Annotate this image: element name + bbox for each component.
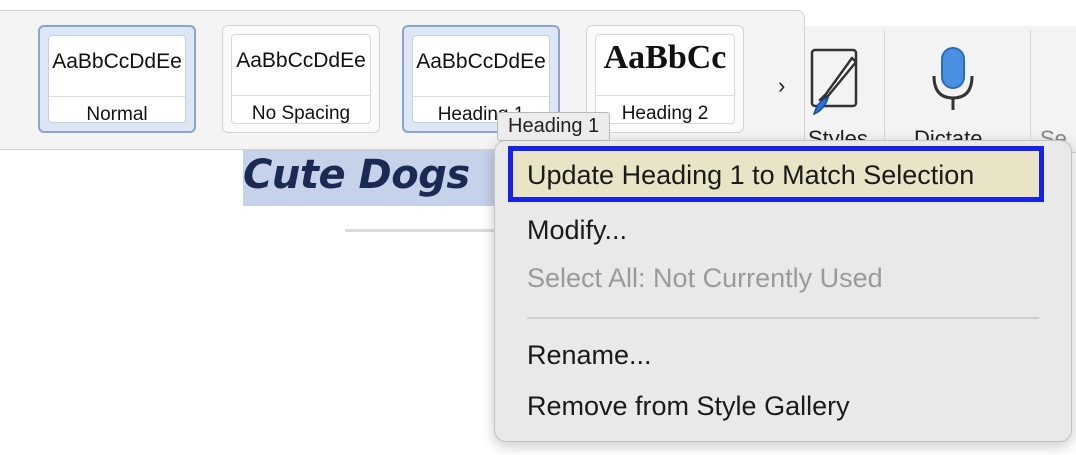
menu-item-select-all: Select All: Not Currently Used bbox=[527, 263, 883, 293]
style-normal[interactable]: AaBbCcDdEe Normal bbox=[38, 25, 196, 133]
style-card-inner: AaBbCcDdEe No Spacing bbox=[231, 34, 371, 124]
style-gallery: AaBbCcDdEe Normal AaBbCcDdEe No Spacing … bbox=[0, 10, 805, 150]
style-card-inner: AaBbCcDdEe Normal bbox=[48, 35, 186, 125]
styles-pane-icon[interactable] bbox=[806, 44, 864, 120]
microphone-icon[interactable] bbox=[928, 44, 978, 120]
style-card-inner: AaBbCcDdEe Heading 1 bbox=[412, 35, 550, 125]
menu-item-modify[interactable]: Modify... bbox=[527, 215, 627, 246]
style-no-spacing[interactable]: AaBbCcDdEe No Spacing bbox=[222, 25, 380, 133]
menu-separator bbox=[527, 317, 1039, 319]
menu-item-rename[interactable]: Rename... bbox=[527, 340, 652, 371]
style-tooltip: Heading 1 bbox=[497, 112, 611, 141]
style-label: Heading 2 bbox=[621, 103, 709, 124]
menu-item-update-heading[interactable]: Update Heading 1 to Match Selection bbox=[527, 160, 974, 191]
ribbon-separator bbox=[1030, 30, 1031, 148]
divider bbox=[596, 95, 734, 96]
document-rule bbox=[345, 229, 495, 232]
style-sample: AaBbCcDdEe bbox=[236, 49, 366, 72]
divider bbox=[49, 96, 185, 97]
gallery-more-chevron-icon[interactable]: › bbox=[778, 73, 785, 99]
style-label: Normal bbox=[86, 104, 148, 125]
style-sample: AaBbCcDdEe bbox=[52, 50, 182, 73]
divider bbox=[413, 96, 549, 97]
style-label: No Spacing bbox=[251, 103, 351, 124]
style-context-menu: Update Heading 1 to Match Selection Modi… bbox=[494, 140, 1072, 442]
ribbon-separator bbox=[884, 30, 885, 148]
style-card-inner: AaBbCc Heading 2 bbox=[595, 34, 735, 124]
style-sample: AaBbCcDdEe bbox=[416, 50, 546, 73]
selected-heading-text[interactable]: Cute Dogs bbox=[243, 150, 505, 206]
document-title: Cute Dogs bbox=[243, 152, 470, 198]
menu-item-remove-from-gallery[interactable]: Remove from Style Gallery bbox=[527, 391, 850, 422]
divider bbox=[232, 95, 370, 96]
style-sample: AaBbCc bbox=[603, 39, 727, 76]
